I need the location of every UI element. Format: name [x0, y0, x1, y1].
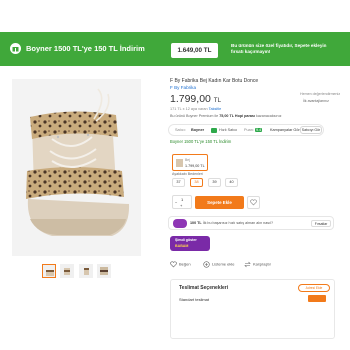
seller-score-label: Puan: — [244, 128, 254, 132]
shipping-heading: Teslimat Seçenekleri — [179, 285, 229, 291]
variant-price: 1.799,00 TL — [185, 164, 205, 168]
compare-action[interactable]: Karşılaştır — [244, 261, 271, 268]
right-info: Hemen değerlendirmeniz — [300, 92, 341, 96]
product-title: F By Fabrika Bej Kadın Kar Botu Donce — [170, 78, 259, 84]
thumbnail-3[interactable] — [79, 264, 93, 278]
variant-label: Bej — [185, 158, 190, 162]
seller-score: 9.4 — [255, 128, 263, 132]
size-39[interactable]: 39 — [208, 178, 221, 187]
thumbnail-2[interactable] — [60, 264, 74, 278]
product-price: 1.799,00 TL — [170, 93, 222, 105]
seller-name[interactable]: Boyner — [191, 128, 204, 132]
size-38[interactable]: 38 — [190, 178, 203, 187]
promo-text: 100 TL İlk bu başarısız hızlı satış alma… — [190, 221, 274, 225]
fast-seller-icon — [211, 128, 217, 133]
favorite-button[interactable] — [247, 196, 260, 209]
campaign-banner: Boyner 1500 TL'ye 150 TL İndirim 1.649,0… — [0, 32, 350, 66]
banner-price: 1.649,00 TL — [171, 43, 218, 58]
campaign-line[interactable]: Boyner 1500 TL'ye 150 TL İndirim — [170, 139, 231, 144]
decrease-button[interactable]: − — [175, 200, 177, 205]
banner-note: Bu ürünün size özel fiyatıdır, Sepete ek… — [231, 43, 327, 54]
gift-icon — [10, 43, 21, 54]
quantity-stepper[interactable]: − 1 + — [172, 195, 192, 209]
variant-thumbnail — [176, 159, 183, 167]
add-address-button[interactable]: Adresi Ekle — [298, 284, 330, 292]
add-to-list-label: Listeme ekle — [212, 261, 235, 267]
installment-link[interactable]: Taksitle — [209, 107, 222, 111]
promo-detail-button[interactable]: Fırsatlar — [311, 220, 331, 227]
thumbnail-4[interactable] — [97, 264, 111, 278]
banner-title: Boyner 1500 TL'ye 150 TL İndirim — [26, 44, 145, 53]
seller-button[interactable]: Satıcıyı Gör — [300, 126, 322, 134]
add-to-cart-button[interactable]: Sepete Ekle — [195, 196, 244, 209]
variant-option[interactable]: Bej 1.799,00 TL — [172, 154, 208, 171]
size-40[interactable]: 40 — [225, 178, 238, 187]
hopi-campaign: Bu ürünü Boyner Premium ile 75,00 TL Hop… — [170, 114, 282, 118]
size-37[interactable]: 37 — [172, 178, 185, 187]
carrier-logo — [308, 295, 326, 302]
installment-info: 171 TL x 12 aya varan Taksitle — [170, 107, 222, 111]
like-action[interactable]: Beğen — [170, 261, 191, 268]
seller-badge: Hızlı Satıcı — [219, 128, 238, 132]
increase-button[interactable]: + — [180, 203, 182, 208]
compare-label: Karşılaştır — [253, 261, 272, 267]
promo-banner-line1: Şimdi göster — [175, 238, 197, 242]
product-image[interactable] — [12, 79, 141, 256]
like-label: Beğen — [179, 261, 191, 267]
shipping-options: Teslimat Seçenekleri Adresi Ekle Standar… — [170, 279, 335, 339]
shipping-option[interactable]: Standart teslimat — [179, 297, 209, 302]
seller-label: Satıcı: — [175, 128, 186, 132]
list-icon — [203, 261, 210, 268]
heart-icon — [170, 261, 177, 268]
heart-icon — [250, 199, 257, 206]
thumbnail-1[interactable] — [42, 264, 56, 278]
right-info-2[interactable]: İlk avantajlarınız — [303, 99, 329, 103]
promo-badge-icon — [173, 219, 187, 228]
promo-box: 100 TL İlk bu başarısız hızlı satış alma… — [168, 216, 334, 230]
brand-link[interactable]: F By Fabrika — [170, 85, 196, 90]
quantity-value: 1 — [181, 197, 184, 202]
promo-banner[interactable]: Şimdi göster BABAM — [170, 236, 210, 251]
seller-campaigns[interactable]: Kampanyalar Gör — [270, 128, 300, 132]
size-label: Ayakkabı Bedenleri — [172, 172, 203, 176]
compare-icon — [244, 261, 251, 268]
promo-banner-line2: BABAM — [175, 244, 189, 248]
add-to-list-action[interactable]: Listeme ekle — [203, 261, 234, 268]
